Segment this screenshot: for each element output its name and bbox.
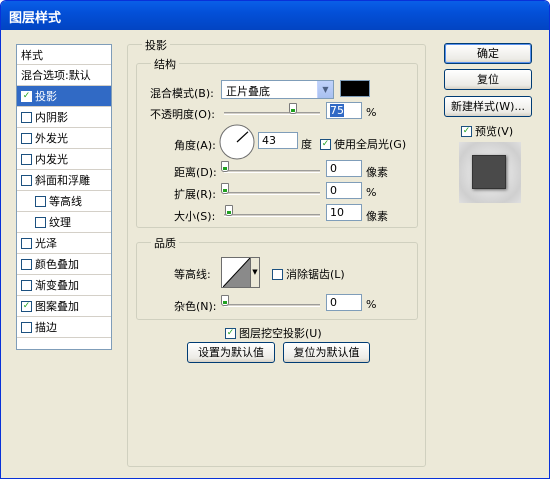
style-list-item[interactable]: 纹理 — [17, 212, 111, 233]
checkbox-icon — [272, 268, 283, 280]
checkbox-icon[interactable] — [21, 111, 32, 123]
style-list-item[interactable]: 内发光 — [17, 149, 111, 170]
antialias-checkbox[interactable]: 消除锯齿(L) — [272, 266, 345, 282]
style-list-item[interactable]: 描边 — [17, 317, 111, 338]
checkbox-icon[interactable] — [21, 90, 32, 102]
checkbox-icon[interactable] — [35, 216, 46, 228]
ok-button[interactable]: 确定 — [444, 43, 532, 64]
preview-checkbox[interactable]: 预览(V) — [461, 123, 513, 139]
opacity-slider[interactable] — [224, 112, 320, 115]
layer-style-dialog: 图层样式 样式 混合选项:默认投影内阴影外发光内发光斜面和浮雕等高线纹理光泽颜色… — [0, 0, 550, 479]
size-slider[interactable] — [224, 214, 320, 217]
size-label: 大小(S): — [174, 210, 216, 223]
distance-input[interactable]: 0 — [326, 160, 362, 177]
window-title: 图层样式 — [9, 11, 62, 26]
checkbox-icon[interactable] — [21, 237, 32, 249]
quality-title: 品质 — [151, 235, 179, 251]
spread-input[interactable]: 0 — [326, 182, 362, 199]
blend-mode-select[interactable]: 正片叠底 ▼ — [221, 80, 334, 99]
style-list-item[interactable]: 光泽 — [17, 233, 111, 254]
checkbox-icon[interactable] — [35, 195, 46, 207]
opacity-slider-handle[interactable] — [288, 103, 297, 114]
checkbox-icon[interactable] — [21, 132, 32, 144]
structure-title: 结构 — [151, 56, 179, 72]
title-bar[interactable]: 图层样式 — [1, 1, 549, 30]
preview-swatch — [472, 155, 506, 189]
angle-unit: 度 — [301, 138, 312, 151]
opacity-label: 不透明度(O): — [150, 108, 215, 121]
checkbox-icon — [461, 125, 472, 137]
checkbox-icon[interactable] — [21, 321, 32, 333]
opacity-unit: % — [366, 106, 377, 119]
style-list-header: 样式 — [17, 45, 111, 65]
size-unit: 像素 — [366, 210, 388, 223]
contour-label: 等高线: — [174, 268, 211, 281]
chevron-down-icon: ▼ — [250, 258, 259, 287]
style-list-item-label: 图案叠加 — [35, 300, 79, 313]
checkbox-icon[interactable] — [21, 300, 32, 312]
distance-unit: 像素 — [366, 166, 388, 179]
checkbox-icon — [320, 138, 331, 150]
size-slider-handle[interactable] — [224, 205, 233, 216]
style-list-item[interactable]: 外发光 — [17, 128, 111, 149]
style-list-item-label: 渐变叠加 — [35, 279, 79, 292]
noise-unit: % — [366, 298, 377, 311]
spread-slider[interactable] — [224, 192, 320, 195]
angle-label: 角度(A): — [174, 139, 216, 152]
style-list-item-label: 内发光 — [35, 153, 68, 166]
set-default-button[interactable]: 设置为默认值 — [187, 342, 275, 363]
blend-mode-label: 混合模式(B): — [150, 87, 214, 100]
style-list: 样式 混合选项:默认投影内阴影外发光内发光斜面和浮雕等高线纹理光泽颜色叠加渐变叠… — [16, 44, 112, 350]
style-list-item-label: 纹理 — [49, 216, 71, 229]
opacity-input[interactable]: 75 — [326, 102, 362, 119]
style-list-item-label: 斜面和浮雕 — [35, 174, 90, 187]
style-list-item[interactable]: 渐变叠加 — [17, 275, 111, 296]
drop-shadow-title: 投影 — [142, 37, 170, 53]
chevron-down-icon: ▼ — [317, 81, 333, 98]
style-list-item-label: 颜色叠加 — [35, 258, 79, 271]
global-light-checkbox[interactable]: 使用全局光(G) — [320, 136, 406, 152]
noise-input[interactable]: 0 — [326, 294, 362, 311]
style-list-item-label: 内阴影 — [35, 111, 68, 124]
style-list-item-label: 投影 — [35, 90, 57, 103]
spread-unit: % — [366, 186, 377, 199]
new-style-button[interactable]: 新建样式(W)... — [444, 96, 532, 117]
distance-label: 距离(D): — [174, 166, 217, 179]
noise-slider[interactable] — [224, 304, 320, 307]
style-list-item[interactable]: 混合选项:默认 — [17, 65, 111, 86]
style-preview — [459, 142, 521, 203]
knockout-checkbox[interactable]: 图层挖空投影(U) — [225, 325, 322, 341]
style-list-item-label: 外发光 — [35, 132, 68, 145]
distance-slider-handle[interactable] — [221, 161, 229, 172]
reset-button[interactable]: 复位 — [444, 69, 532, 90]
contour-picker[interactable]: ▼ — [221, 257, 260, 288]
style-list-item[interactable]: 颜色叠加 — [17, 254, 111, 275]
noise-label: 杂色(N): — [174, 300, 217, 313]
size-input[interactable]: 10 — [326, 204, 362, 221]
style-list-item[interactable]: 斜面和浮雕 — [17, 170, 111, 191]
style-list-item-label: 光泽 — [35, 237, 57, 250]
distance-slider[interactable] — [224, 170, 320, 173]
checkbox-icon — [225, 327, 236, 339]
shadow-color-swatch[interactable] — [340, 80, 370, 97]
style-list-item[interactable]: 等高线 — [17, 191, 111, 212]
angle-input[interactable]: 43 — [258, 132, 298, 149]
dialog-client: 样式 混合选项:默认投影内阴影外发光内发光斜面和浮雕等高线纹理光泽颜色叠加渐变叠… — [4, 30, 546, 477]
style-list-item[interactable]: 内阴影 — [17, 107, 111, 128]
checkbox-icon[interactable] — [21, 258, 32, 270]
angle-dial[interactable] — [218, 123, 256, 161]
checkbox-icon[interactable] — [21, 153, 32, 165]
spread-slider-handle[interactable] — [221, 183, 229, 194]
style-list-item[interactable]: 投影 — [17, 86, 111, 107]
reset-default-button[interactable]: 复位为默认值 — [283, 342, 370, 363]
checkbox-icon[interactable] — [21, 279, 32, 291]
contour-curve-icon — [223, 258, 250, 287]
style-list-item[interactable]: 图案叠加 — [17, 296, 111, 317]
style-list-item-label: 等高线 — [49, 195, 82, 208]
style-list-item-label: 描边 — [35, 321, 57, 334]
checkbox-icon[interactable] — [21, 174, 32, 186]
noise-slider-handle[interactable] — [221, 295, 229, 306]
spread-label: 扩展(R): — [174, 188, 216, 201]
style-list-item-label: 混合选项:默认 — [21, 69, 91, 82]
